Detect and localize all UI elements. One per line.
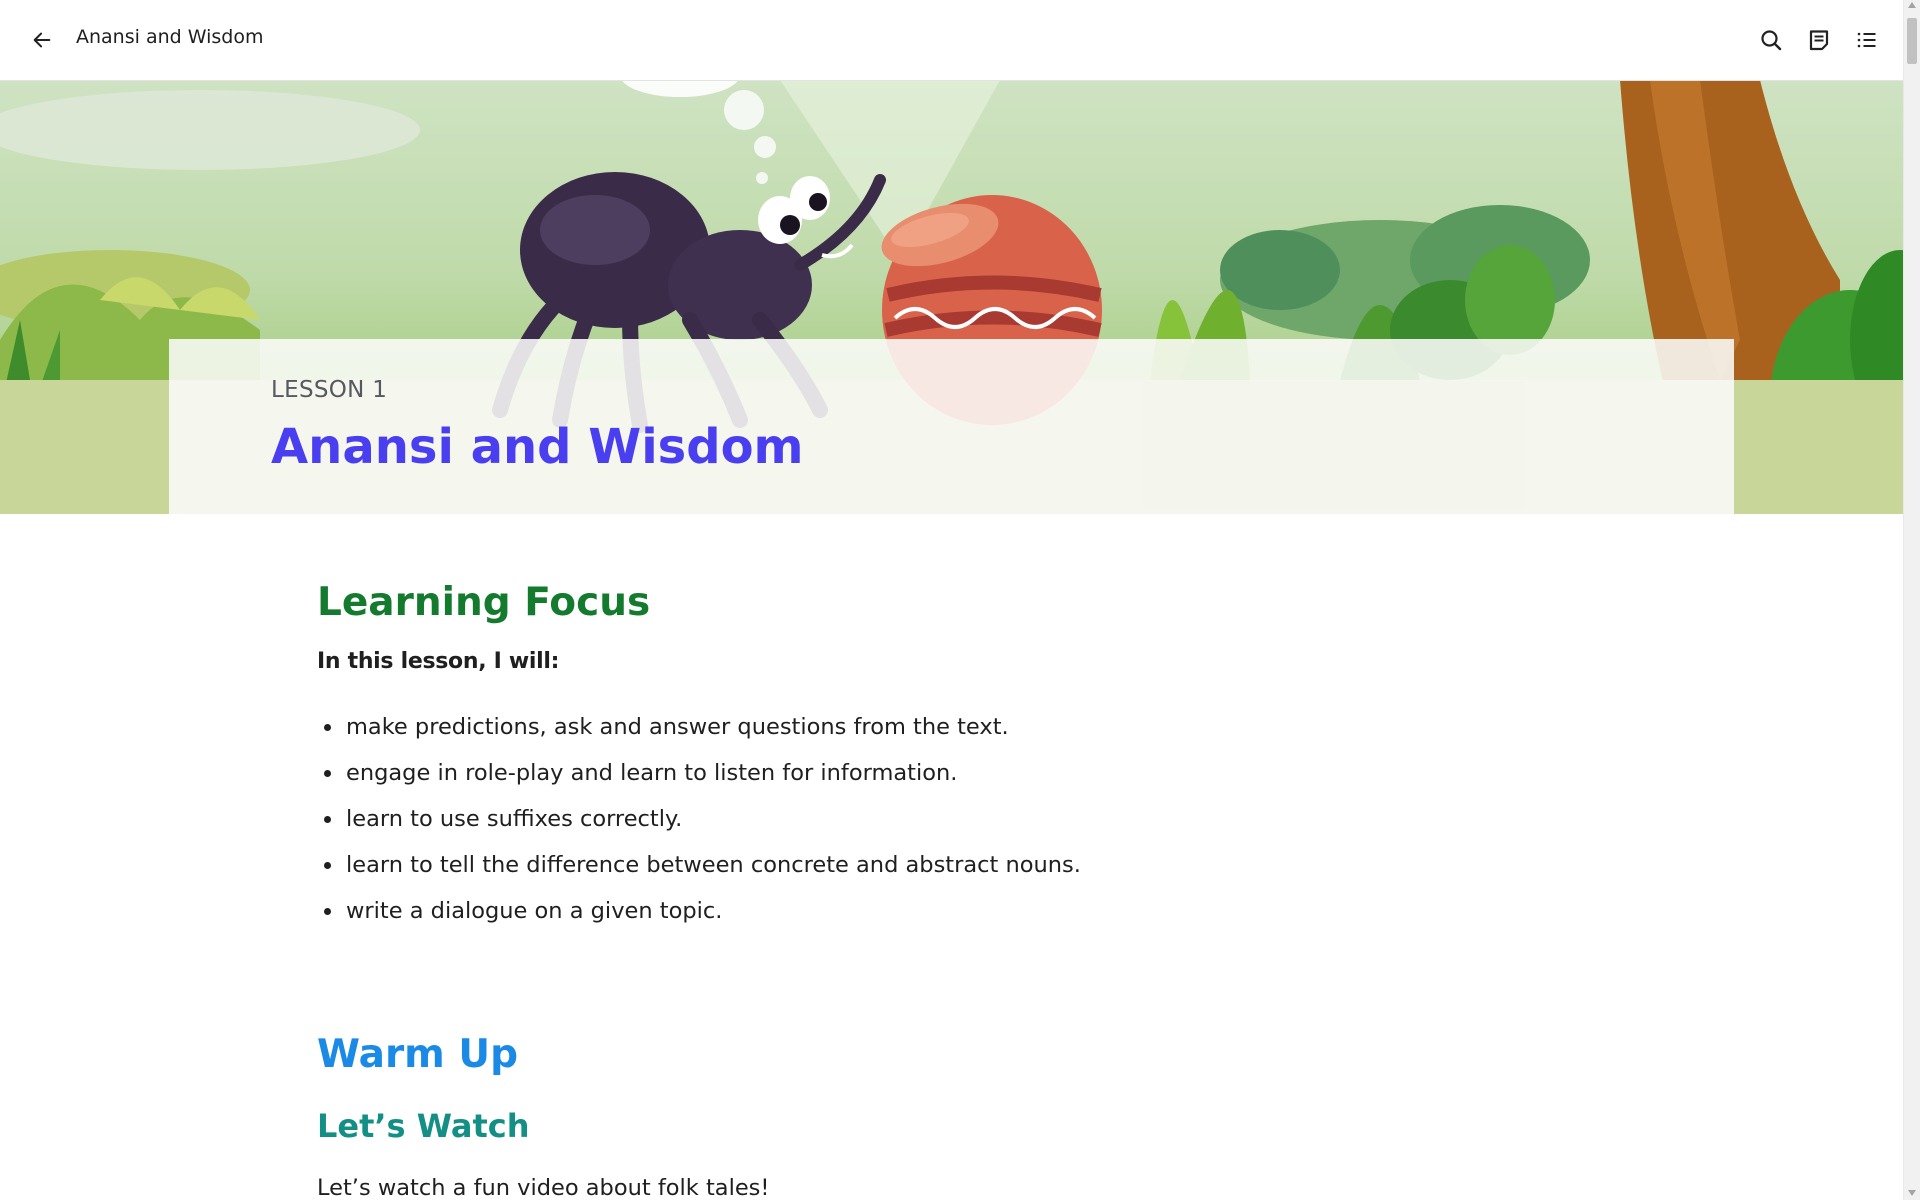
lesson-title: Anansi and Wisdom [271,419,804,475]
page-scrollbar[interactable] [1903,0,1920,1200]
list-item: write a dialogue on a given topic. [344,888,1617,934]
table-of-contents-button[interactable] [1851,24,1883,56]
search-icon [1761,30,1782,51]
back-button[interactable] [26,24,58,56]
learning-focus-heading: Learning Focus [317,580,651,625]
scroll-down-arrow-icon[interactable] [1908,1190,1916,1196]
lesson-title-card: LESSON 1 Anansi and Wisdom [169,339,1734,514]
list-item: make predictions, ask and answer questio… [344,704,1617,750]
lets-watch-text: Let’s watch a fun video about folk tales… [317,1174,770,1201]
notes-button[interactable] [1803,24,1835,56]
notes-icon [1809,30,1829,51]
warm-up-heading: Warm Up [317,1031,518,1077]
lesson-content: Learning Focus In this lesson, I will: m… [317,560,1617,1201]
list-item: engage in role-play and learn to listen … [344,750,1617,796]
learning-focus-intro: In this lesson, I will: [317,648,560,674]
arrow-left-icon [33,32,51,48]
top-app-bar: Anansi and Wisdom [0,0,1903,81]
search-button[interactable] [1755,24,1787,56]
lesson-hero-banner: LESSON 1 Anansi and Wisdom [0,80,1903,514]
app-title: Anansi and Wisdom [76,26,264,48]
learning-goals-list: make predictions, ask and answer questio… [317,704,1617,934]
scroll-up-arrow-icon[interactable] [1908,2,1916,8]
scrollbar-thumb[interactable] [1907,18,1917,64]
table-of-contents-icon [1857,32,1876,48]
lets-watch-heading: Let’s Watch [317,1106,530,1145]
lesson-number: LESSON 1 [271,377,388,403]
list-item: learn to tell the difference between con… [344,842,1617,888]
list-item: learn to use suffixes correctly. [344,796,1617,842]
